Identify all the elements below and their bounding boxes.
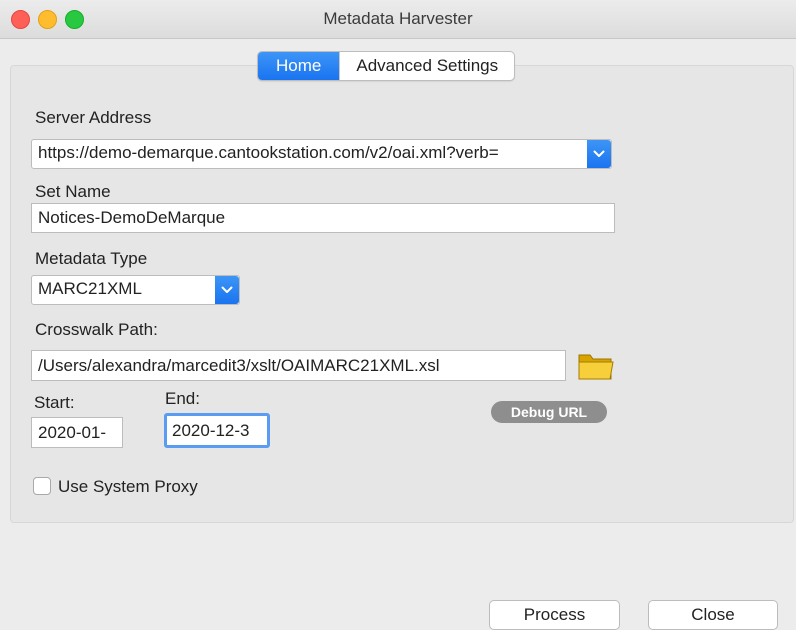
metadata-type-value: MARC21XML (38, 279, 142, 298)
tab-home[interactable]: Home (258, 52, 340, 80)
tab-bar: Home Advanced Settings (257, 51, 516, 81)
server-address-combo[interactable]: https://demo-demarque.cantookstation.com… (31, 139, 612, 169)
tab-advanced-settings[interactable]: Advanced Settings (339, 52, 514, 80)
set-name-input[interactable] (31, 203, 615, 233)
metadata-type-label: Metadata Type (35, 249, 148, 268)
start-label: Start: (34, 393, 75, 412)
chevron-down-icon[interactable] (587, 140, 611, 168)
crosswalk-path-input[interactable] (31, 350, 566, 381)
set-name-label: Set Name (35, 182, 111, 201)
end-label: End: (165, 389, 200, 408)
window-title: Metadata Harvester (323, 9, 473, 28)
chevron-down-icon[interactable] (215, 276, 239, 304)
debug-url-button[interactable]: Debug URL (491, 401, 607, 423)
use-system-proxy-checkbox[interactable] (33, 477, 51, 495)
metadata-type-select[interactable]: MARC21XML (31, 275, 240, 305)
title-bar: Metadata Harvester (0, 0, 796, 39)
server-address-label: Server Address (35, 108, 152, 127)
folder-icon[interactable] (577, 348, 615, 382)
use-system-proxy-label: Use System Proxy (58, 477, 198, 496)
server-address-value: https://demo-demarque.cantookstation.com… (38, 143, 499, 162)
crosswalk-path-label: Crosswalk Path: (35, 320, 158, 339)
end-date-input[interactable] (164, 413, 270, 448)
start-date-input[interactable] (31, 417, 123, 448)
